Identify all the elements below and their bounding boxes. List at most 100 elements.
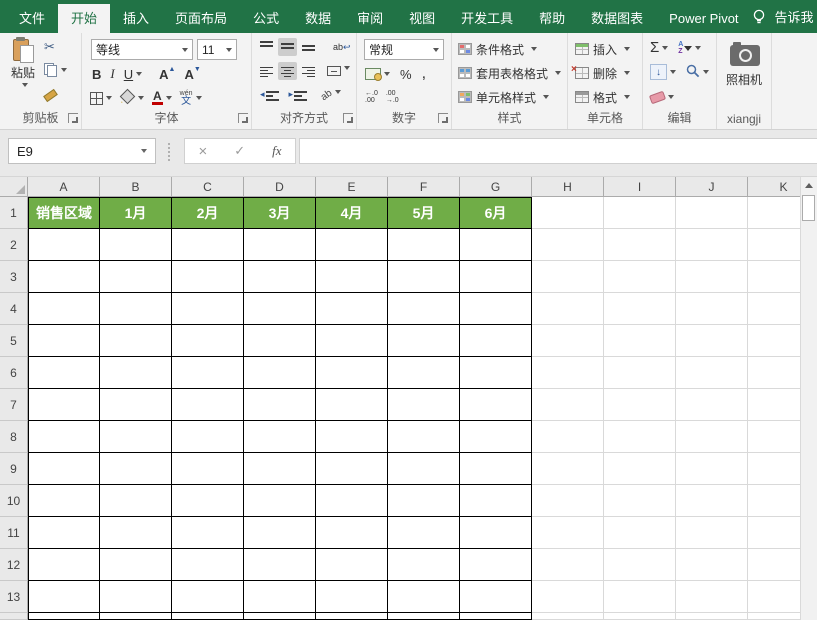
cell[interactable] (532, 485, 604, 517)
format-painter-button[interactable] (44, 84, 67, 101)
column-header[interactable]: K (748, 177, 800, 197)
align-center-button[interactable] (278, 62, 297, 80)
cell[interactable] (748, 197, 800, 229)
percent-style-button[interactable]: % (400, 67, 412, 82)
cell[interactable] (604, 517, 676, 549)
cell[interactable] (748, 293, 800, 325)
cell[interactable] (244, 261, 316, 293)
cell[interactable] (748, 453, 800, 485)
copy-button[interactable] (44, 61, 67, 78)
header-cell[interactable]: 1月 (100, 197, 172, 229)
cell[interactable] (388, 421, 460, 453)
autosum-button[interactable]: Σ (650, 41, 668, 55)
cell[interactable] (748, 421, 800, 453)
cell[interactable] (604, 261, 676, 293)
row-header[interactable]: 11 (0, 517, 28, 549)
italic-button[interactable]: I (110, 66, 114, 82)
underline-button[interactable]: U (124, 67, 142, 82)
cell[interactable] (748, 613, 800, 620)
fill-color-button[interactable] (120, 91, 144, 105)
cell[interactable] (604, 453, 676, 485)
header-cell[interactable]: 3月 (244, 197, 316, 229)
column-header[interactable]: H (532, 177, 604, 197)
menu-tab[interactable]: Power Pivot (656, 4, 751, 33)
cell[interactable] (172, 261, 244, 293)
row-header[interactable]: 2 (0, 229, 28, 261)
insert-function-button[interactable]: fx (272, 143, 281, 159)
row-header[interactable]: 4 (0, 293, 28, 325)
column-header[interactable]: I (604, 177, 676, 197)
cell[interactable] (316, 357, 388, 389)
cell[interactable] (100, 325, 172, 357)
cell[interactable] (748, 485, 800, 517)
clipboard-dialog-launcher[interactable] (68, 113, 78, 123)
cell[interactable] (244, 421, 316, 453)
cell[interactable] (28, 357, 100, 389)
cell[interactable] (676, 517, 748, 549)
align-bottom-button[interactable] (299, 38, 318, 56)
find-select-button[interactable] (686, 64, 709, 81)
cell[interactable] (316, 229, 388, 261)
menu-tab[interactable]: 视图 (396, 4, 448, 33)
column-header[interactable]: E (316, 177, 388, 197)
cell[interactable] (244, 581, 316, 613)
header-cell[interactable]: 4月 (316, 197, 388, 229)
insert-cells-button[interactable]: 插入 (575, 39, 630, 59)
cell[interactable] (388, 293, 460, 325)
align-left-button[interactable] (257, 62, 276, 80)
clear-button[interactable] (650, 93, 674, 102)
cell[interactable] (244, 549, 316, 581)
cell[interactable] (460, 389, 532, 421)
cell[interactable] (460, 485, 532, 517)
cell[interactable] (172, 229, 244, 261)
cell[interactable] (676, 453, 748, 485)
cell[interactable] (388, 517, 460, 549)
select-all-button[interactable] (0, 177, 28, 197)
row-header[interactable]: 7 (0, 389, 28, 421)
cell[interactable] (460, 229, 532, 261)
cell[interactable] (100, 389, 172, 421)
cell[interactable] (460, 357, 532, 389)
cell[interactable] (532, 389, 604, 421)
cell[interactable] (532, 229, 604, 261)
cell[interactable] (172, 421, 244, 453)
menu-tab[interactable]: 帮助 (526, 4, 578, 33)
number-dialog-launcher[interactable] (438, 113, 448, 123)
menu-tab[interactable]: 数据图表 (578, 4, 656, 33)
cell[interactable] (748, 229, 800, 261)
cell[interactable] (604, 581, 676, 613)
cell[interactable] (748, 357, 800, 389)
cell[interactable] (676, 197, 748, 229)
cell[interactable] (100, 549, 172, 581)
row-header[interactable]: 5 (0, 325, 28, 357)
cell-styles-button[interactable]: 单元格样式 (458, 87, 549, 107)
cell[interactable] (676, 261, 748, 293)
cell[interactable] (676, 357, 748, 389)
fill-button[interactable]: ↓ (650, 64, 676, 80)
conditional-formatting-button[interactable]: 条件格式 (458, 39, 537, 59)
cell[interactable] (388, 229, 460, 261)
cell[interactable] (244, 389, 316, 421)
menu-tab[interactable]: 开始 (58, 4, 110, 33)
cell[interactable] (532, 517, 604, 549)
row-header[interactable]: 1 (0, 197, 28, 229)
cell[interactable] (604, 389, 676, 421)
cell[interactable] (676, 613, 748, 620)
cell[interactable] (100, 229, 172, 261)
cut-button[interactable]: ✂ (44, 38, 67, 55)
cell[interactable] (316, 261, 388, 293)
cell[interactable] (244, 485, 316, 517)
cell[interactable] (100, 581, 172, 613)
cell[interactable] (388, 389, 460, 421)
column-header[interactable]: J (676, 177, 748, 197)
cell[interactable] (244, 229, 316, 261)
cell[interactable] (604, 229, 676, 261)
align-middle-button[interactable] (278, 38, 297, 56)
cell[interactable] (28, 293, 100, 325)
cell[interactable] (604, 485, 676, 517)
column-header[interactable]: F (388, 177, 460, 197)
font-name-select[interactable]: 等线 (91, 39, 193, 60)
borders-button[interactable] (90, 92, 112, 105)
cell[interactable] (604, 421, 676, 453)
align-top-button[interactable] (257, 38, 276, 56)
